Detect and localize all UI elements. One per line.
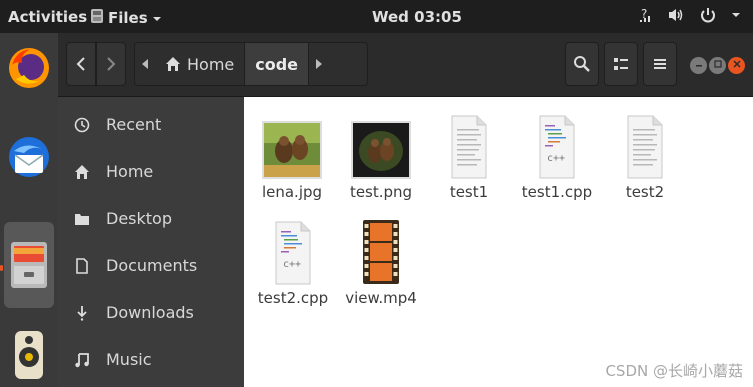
file-name: test1 [449,183,489,201]
network-question-icon: ? [639,6,653,28]
dock [0,33,58,387]
file-name: test2 [625,183,665,201]
text-file-thumbnail [451,109,487,179]
file-item-lena-jpg[interactable]: lena.jpg [247,109,337,201]
list-view-icon [614,58,628,70]
film-strip-icon [363,220,399,284]
maximize-icon [713,60,722,71]
file-name: test.png [349,183,413,201]
path-segment-label: Home [187,54,235,74]
sidebar-item-label: Desktop [106,209,172,228]
video-thumbnail [362,215,400,285]
app-menu-label: Files [108,9,148,27]
firefox-icon [9,48,49,88]
path-segment-home[interactable]: Home [155,43,246,85]
places-sidebar: Recent Home Desktop Documents Downloads … [58,97,244,387]
view-toggle-button[interactable] [604,42,638,86]
chevron-left-icon [76,57,85,71]
close-icon [732,60,741,71]
header-bar: Home code [58,33,753,97]
sidebar-item-downloads[interactable]: Downloads [58,289,244,336]
sidebar-item-recent[interactable]: Recent [58,101,244,148]
image-thumbnail-icon [262,121,322,179]
chevron-down-icon [152,9,162,27]
triangle-left-icon [142,59,148,69]
minimize-icon [695,60,703,71]
menu-button[interactable] [643,42,677,86]
path-scroll-left-button[interactable] [135,43,155,85]
file-name: lena.jpg [261,183,323,201]
path-segment-label: code [255,54,299,74]
speaker-icon [15,331,43,379]
cpp-badge-label: c++ [283,259,302,270]
text-file-thumbnail [627,109,663,179]
cpp-file-thumbnail [539,109,575,179]
file-item-test2[interactable]: test2 [600,109,690,201]
file-item-test-png[interactable]: test.png [336,109,426,201]
cpp-badge-label: c++ [547,153,566,164]
path-segment-code[interactable]: code [245,43,310,85]
folder-icon [58,211,106,227]
sidebar-item-desktop[interactable]: Desktop [58,195,244,242]
triangle-right-icon [316,59,323,69]
system-status-area[interactable]: ? [639,6,741,28]
sidebar-item-music[interactable]: Music [58,336,244,383]
cpp-file-icon [539,115,575,179]
document-icon [58,257,106,274]
running-indicator [0,265,3,271]
image-thumbnail [262,109,322,179]
sidebar-item-label: Recent [106,115,162,134]
files-launcher[interactable] [4,222,54,308]
home-icon [58,164,106,180]
image-thumbnail [351,109,411,179]
file-item-view-mp4[interactable]: view.mp4 [336,215,426,307]
sidebar-item-label: Downloads [106,303,194,322]
search-button[interactable] [565,42,599,86]
activities-button[interactable]: Activities [8,8,87,26]
chevron-right-icon [107,57,116,71]
app-menu[interactable]: Files [90,8,162,28]
power-icon [699,6,717,28]
top-bar: Activities Files Wed 03:05 ? [0,0,753,33]
file-item-test1[interactable]: test1 [424,109,514,201]
file-name: test1.cpp [521,183,593,201]
text-file-icon [451,115,487,179]
download-icon [58,305,106,321]
rhythmbox-launcher[interactable] [4,325,54,383]
thunderbird-launcher[interactable] [4,129,54,187]
cpp-file-icon [275,221,311,285]
path-scroll-right-button[interactable] [309,43,329,85]
image-thumbnail-icon [351,121,411,179]
search-icon [574,56,590,72]
clock-icon [58,117,106,133]
sidebar-item-home[interactable]: Home [58,148,244,195]
sidebar-item-label: Music [106,350,152,369]
minimize-button[interactable] [690,57,707,74]
clock[interactable]: Wed 03:05 [372,8,462,26]
chevron-down-icon [731,6,741,28]
back-button[interactable] [66,42,96,86]
firefox-launcher[interactable] [4,39,54,97]
text-file-icon [627,115,663,179]
files-app-icon [90,8,104,28]
file-cabinet-icon [11,242,47,288]
sidebar-item-documents[interactable]: Documents [58,242,244,289]
thunderbird-icon [9,137,49,177]
close-button[interactable] [728,57,745,74]
file-name: view.mp4 [345,289,417,307]
sidebar-item-label: Home [106,162,154,181]
home-icon [166,57,180,71]
path-bar: Home code [134,42,368,86]
file-name: test2.cpp [257,289,329,307]
sidebar-item-label: Documents [106,256,198,275]
music-icon [58,352,106,368]
watermark: CSDN @长崎小蘑菇 [605,362,743,380]
maximize-button[interactable] [709,57,726,74]
volume-icon [667,6,685,28]
hamburger-icon [654,59,666,69]
forward-button[interactable] [96,42,126,86]
file-view: lena.jpg test.png test1 test1.cpp test2 … [244,97,753,387]
cpp-file-thumbnail [275,215,311,285]
